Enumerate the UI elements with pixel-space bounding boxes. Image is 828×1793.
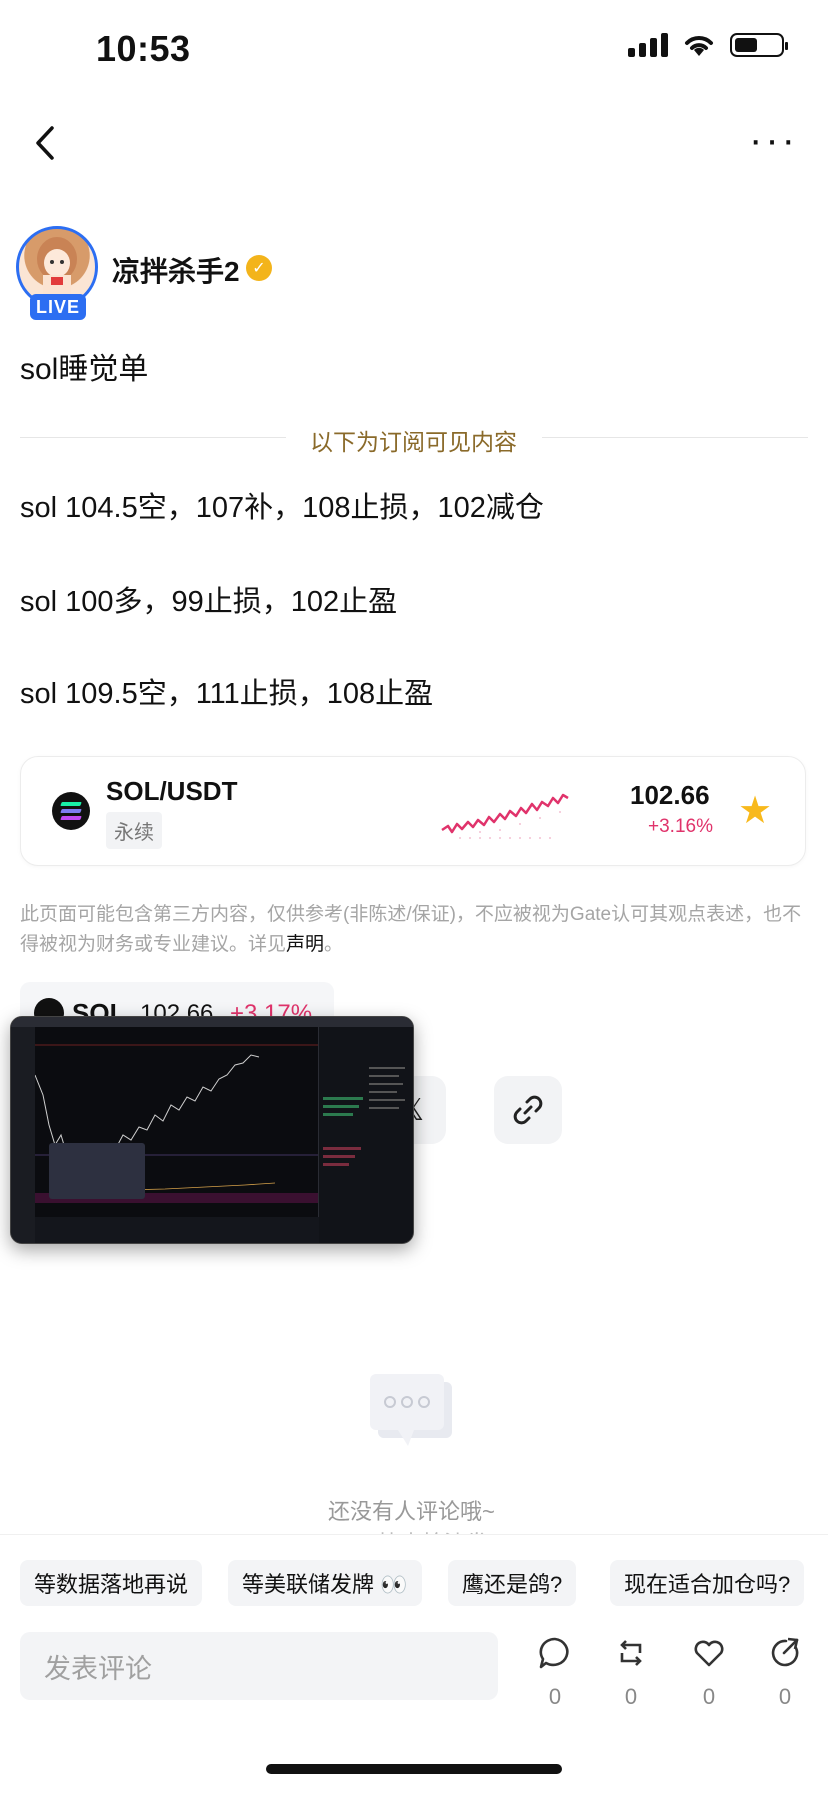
post-title: sol睡觉单 xyxy=(20,353,149,386)
price-sparkline xyxy=(441,793,569,839)
share-count: 0 xyxy=(778,1684,792,1709)
wifi-icon xyxy=(685,36,713,56)
signal-icon xyxy=(628,33,668,57)
disclaimer-link[interactable]: 声明 xyxy=(286,934,324,955)
disclaimer: 此页面可能包含第三方内容，仅供参考(非陈述/保证)，不应被视为Gate认可其观点… xyxy=(20,900,808,960)
ticker-change: +3.16% xyxy=(648,816,713,837)
link-icon xyxy=(513,1095,543,1125)
quick-reply-chip[interactable]: 等美联储发牌 👀 xyxy=(228,1560,422,1606)
floating-video-player[interactable] xyxy=(10,1016,414,1244)
battery-icon xyxy=(730,33,788,57)
quick-reply-chip[interactable]: 现在适合加仓吗? xyxy=(610,1560,805,1606)
disclaimer-text: 此页面可能包含第三方内容，仅供参考(非陈述/保证)，不应被视为Gate认可其观点… xyxy=(20,904,802,955)
share-icon xyxy=(760,1636,810,1676)
post-line: sol 104.5空，107补，108止损，102减仓 xyxy=(20,492,544,524)
disclaimer-end: 。 xyxy=(324,934,344,955)
back-button[interactable] xyxy=(34,122,56,172)
share-action[interactable]: 0 xyxy=(760,1636,810,1710)
quick-reply-chip[interactable]: 等数据落地再说 xyxy=(20,1560,203,1606)
quick-reply-chip[interactable]: 鹰还是鸽? xyxy=(448,1560,577,1606)
comment-action[interactable]: 0 xyxy=(530,1636,580,1710)
ticker-price: 102.66 xyxy=(630,780,710,810)
repost-action[interactable]: 0 xyxy=(606,1636,656,1710)
status-time: 10:53 xyxy=(96,28,191,69)
like-action[interactable]: 0 xyxy=(684,1636,734,1710)
solana-logo-icon xyxy=(52,792,90,830)
verified-icon: ✓ xyxy=(246,255,272,281)
divider xyxy=(20,437,286,438)
empty-comments-text: 还没有人评论哦~ xyxy=(328,1499,495,1524)
more-options-button[interactable]: ··· xyxy=(749,118,798,163)
home-indicator xyxy=(266,1764,562,1774)
ticker-pair: SOL/USDT xyxy=(106,776,238,806)
comment-icon xyxy=(530,1636,580,1676)
empty-comments-icon xyxy=(370,1374,452,1446)
comment-input[interactable]: 发表评论 xyxy=(20,1632,498,1700)
like-count: 0 xyxy=(702,1684,716,1709)
contract-type-tag: 永续 xyxy=(106,812,162,849)
repost-count: 0 xyxy=(624,1684,638,1709)
status-icons xyxy=(628,32,788,58)
ticker-card[interactable] xyxy=(20,756,806,866)
author-name[interactable]: 凉拌杀手2 xyxy=(112,250,240,290)
star-icon[interactable]: ★ xyxy=(738,792,772,830)
repost-icon xyxy=(606,1636,656,1676)
live-badge: LIVE xyxy=(30,294,86,320)
post-line: sol 100多，99止损，102止盈 xyxy=(20,586,398,618)
copy-link-button[interactable] xyxy=(494,1076,562,1144)
subscribe-divider-label: 以下为订阅可见内容 xyxy=(310,429,517,455)
divider xyxy=(542,437,808,438)
post-line: sol 109.5空，111止损，108止盈 xyxy=(20,678,434,710)
like-icon xyxy=(684,1636,734,1676)
comment-count: 0 xyxy=(548,1684,562,1709)
